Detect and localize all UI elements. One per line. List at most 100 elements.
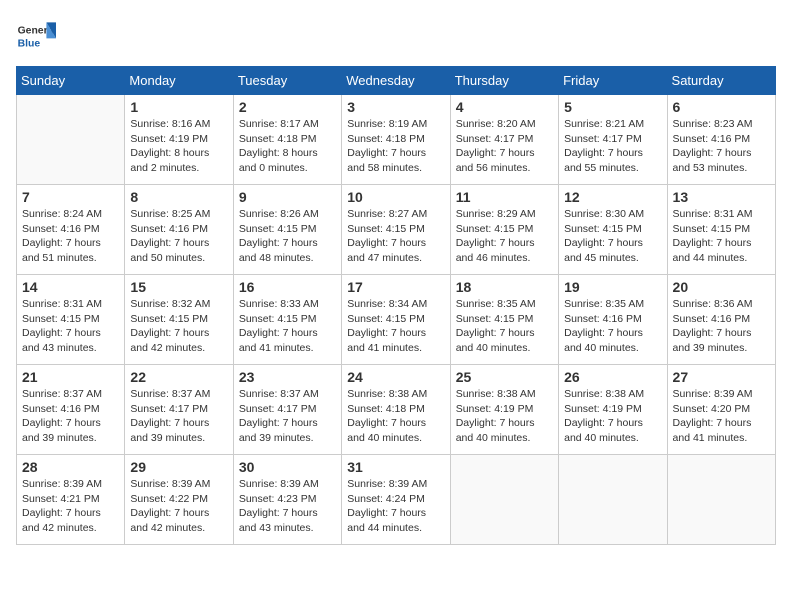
cell-daylight-info: Sunrise: 8:34 AM Sunset: 4:15 PM Dayligh…	[347, 297, 444, 356]
calendar-cell: 10 Sunrise: 8:27 AM Sunset: 4:15 PM Dayli…	[342, 185, 450, 275]
calendar-cell: 13 Sunrise: 8:31 AM Sunset: 4:15 PM Dayli…	[667, 185, 775, 275]
calendar-cell: 23 Sunrise: 8:37 AM Sunset: 4:17 PM Dayli…	[233, 365, 341, 455]
day-number: 19	[564, 279, 661, 295]
day-number: 15	[130, 279, 227, 295]
cell-daylight-info: Sunrise: 8:31 AM Sunset: 4:15 PM Dayligh…	[673, 207, 770, 266]
calendar-cell: 31Sunrise: 8:39 AM Sunset: 4:24 PM Dayli…	[342, 455, 450, 545]
cell-daylight-info: Sunrise: 8:27 AM Sunset: 4:15 PM Dayligh…	[347, 207, 444, 266]
weekday-header-row: SundayMondayTuesdayWednesdayThursdayFrid…	[17, 67, 776, 95]
calendar-cell: 4 Sunrise: 8:20 AM Sunset: 4:17 PM Daylig…	[450, 95, 558, 185]
calendar-cell: 21 Sunrise: 8:37 AM Sunset: 4:16 PM Dayli…	[17, 365, 125, 455]
cell-daylight-info: Sunrise: 8:33 AM Sunset: 4:15 PM Dayligh…	[239, 297, 336, 356]
calendar-cell: 22Sunrise: 8:37 AM Sunset: 4:17 PM Dayli…	[125, 365, 233, 455]
day-number: 7	[22, 189, 119, 205]
day-number: 10	[347, 189, 444, 205]
day-number: 14	[22, 279, 119, 295]
weekday-header-monday: Monday	[125, 67, 233, 95]
day-number: 17	[347, 279, 444, 295]
calendar-cell: 30Sunrise: 8:39 AM Sunset: 4:23 PM Dayli…	[233, 455, 341, 545]
calendar-week-row: 14 Sunrise: 8:31 AM Sunset: 4:15 PM Dayli…	[17, 275, 776, 365]
calendar-cell: 15Sunrise: 8:32 AM Sunset: 4:15 PM Dayli…	[125, 275, 233, 365]
day-number: 1	[130, 99, 227, 115]
cell-daylight-info: Sunrise: 8:39 AM Sunset: 4:21 PM Dayligh…	[22, 477, 119, 536]
calendar-week-row: 7 Sunrise: 8:24 AM Sunset: 4:16 PM Daylig…	[17, 185, 776, 275]
day-number: 3	[347, 99, 444, 115]
day-number: 6	[673, 99, 770, 115]
calendar-cell: 17 Sunrise: 8:34 AM Sunset: 4:15 PM Dayli…	[342, 275, 450, 365]
day-number: 28	[22, 459, 119, 475]
calendar-week-row: 21 Sunrise: 8:37 AM Sunset: 4:16 PM Dayli…	[17, 365, 776, 455]
weekday-header-thursday: Thursday	[450, 67, 558, 95]
svg-text:Blue: Blue	[18, 38, 41, 49]
cell-daylight-info: Sunrise: 8:24 AM Sunset: 4:16 PM Dayligh…	[22, 207, 119, 266]
cell-daylight-info: Sunrise: 8:36 AM Sunset: 4:16 PM Dayligh…	[673, 297, 770, 356]
calendar-cell: 26 Sunrise: 8:38 AM Sunset: 4:19 PM Dayli…	[559, 365, 667, 455]
calendar-week-row: 1 Sunrise: 8:16 AM Sunset: 4:19 PM Daylig…	[17, 95, 776, 185]
day-number: 21	[22, 369, 119, 385]
cell-daylight-info: Sunrise: 8:19 AM Sunset: 4:18 PM Dayligh…	[347, 117, 444, 176]
calendar-cell: 28 Sunrise: 8:39 AM Sunset: 4:21 PM Dayli…	[17, 455, 125, 545]
weekday-header-tuesday: Tuesday	[233, 67, 341, 95]
calendar-cell: 1 Sunrise: 8:16 AM Sunset: 4:19 PM Daylig…	[125, 95, 233, 185]
calendar-cell: 11Sunrise: 8:29 AM Sunset: 4:15 PM Dayli…	[450, 185, 558, 275]
weekday-header-friday: Friday	[559, 67, 667, 95]
day-number: 9	[239, 189, 336, 205]
cell-daylight-info: Sunrise: 8:35 AM Sunset: 4:15 PM Dayligh…	[456, 297, 553, 356]
calendar-cell	[667, 455, 775, 545]
calendar-cell: 27 Sunrise: 8:39 AM Sunset: 4:20 PM Dayli…	[667, 365, 775, 455]
logo: General Blue	[16, 16, 60, 56]
day-number: 20	[673, 279, 770, 295]
calendar-cell: 19 Sunrise: 8:35 AM Sunset: 4:16 PM Dayli…	[559, 275, 667, 365]
cell-daylight-info: Sunrise: 8:16 AM Sunset: 4:19 PM Dayligh…	[130, 117, 227, 176]
calendar-cell: 8 Sunrise: 8:25 AM Sunset: 4:16 PM Daylig…	[125, 185, 233, 275]
cell-daylight-info: Sunrise: 8:38 AM Sunset: 4:19 PM Dayligh…	[456, 387, 553, 446]
day-number: 26	[564, 369, 661, 385]
calendar-cell: 9 Sunrise: 8:26 AM Sunset: 4:15 PM Daylig…	[233, 185, 341, 275]
calendar-cell: 14 Sunrise: 8:31 AM Sunset: 4:15 PM Dayli…	[17, 275, 125, 365]
cell-daylight-info: Sunrise: 8:37 AM Sunset: 4:17 PM Dayligh…	[130, 387, 227, 446]
calendar-cell: 2Sunrise: 8:17 AM Sunset: 4:18 PM Daylig…	[233, 95, 341, 185]
day-number: 29	[130, 459, 227, 475]
cell-daylight-info: Sunrise: 8:39 AM Sunset: 4:22 PM Dayligh…	[130, 477, 227, 536]
cell-daylight-info: Sunrise: 8:38 AM Sunset: 4:18 PM Dayligh…	[347, 387, 444, 446]
calendar-cell: 16Sunrise: 8:33 AM Sunset: 4:15 PM Dayli…	[233, 275, 341, 365]
calendar-cell: 24Sunrise: 8:38 AM Sunset: 4:18 PM Dayli…	[342, 365, 450, 455]
cell-daylight-info: Sunrise: 8:38 AM Sunset: 4:19 PM Dayligh…	[564, 387, 661, 446]
calendar-cell: 25Sunrise: 8:38 AM Sunset: 4:19 PM Dayli…	[450, 365, 558, 455]
calendar-week-row: 28 Sunrise: 8:39 AM Sunset: 4:21 PM Dayli…	[17, 455, 776, 545]
cell-daylight-info: Sunrise: 8:35 AM Sunset: 4:16 PM Dayligh…	[564, 297, 661, 356]
calendar-cell: 29 Sunrise: 8:39 AM Sunset: 4:22 PM Dayli…	[125, 455, 233, 545]
page-header: General Blue	[16, 16, 776, 56]
calendar-cell: 5 Sunrise: 8:21 AM Sunset: 4:17 PM Daylig…	[559, 95, 667, 185]
calendar-cell: 18 Sunrise: 8:35 AM Sunset: 4:15 PM Dayli…	[450, 275, 558, 365]
calendar-table: SundayMondayTuesdayWednesdayThursdayFrid…	[16, 66, 776, 545]
cell-daylight-info: Sunrise: 8:39 AM Sunset: 4:20 PM Dayligh…	[673, 387, 770, 446]
calendar-cell	[559, 455, 667, 545]
cell-daylight-info: Sunrise: 8:17 AM Sunset: 4:18 PM Dayligh…	[239, 117, 336, 176]
cell-daylight-info: Sunrise: 8:25 AM Sunset: 4:16 PM Dayligh…	[130, 207, 227, 266]
day-number: 4	[456, 99, 553, 115]
calendar-cell	[17, 95, 125, 185]
cell-daylight-info: Sunrise: 8:31 AM Sunset: 4:15 PM Dayligh…	[22, 297, 119, 356]
cell-daylight-info: Sunrise: 8:37 AM Sunset: 4:16 PM Dayligh…	[22, 387, 119, 446]
calendar-cell: 12Sunrise: 8:30 AM Sunset: 4:15 PM Dayli…	[559, 185, 667, 275]
calendar-cell: 7 Sunrise: 8:24 AM Sunset: 4:16 PM Daylig…	[17, 185, 125, 275]
cell-daylight-info: Sunrise: 8:37 AM Sunset: 4:17 PM Dayligh…	[239, 387, 336, 446]
day-number: 23	[239, 369, 336, 385]
cell-daylight-info: Sunrise: 8:20 AM Sunset: 4:17 PM Dayligh…	[456, 117, 553, 176]
day-number: 5	[564, 99, 661, 115]
calendar-cell: 3 Sunrise: 8:19 AM Sunset: 4:18 PM Daylig…	[342, 95, 450, 185]
weekday-header-saturday: Saturday	[667, 67, 775, 95]
day-number: 27	[673, 369, 770, 385]
day-number: 12	[564, 189, 661, 205]
cell-daylight-info: Sunrise: 8:21 AM Sunset: 4:17 PM Dayligh…	[564, 117, 661, 176]
cell-daylight-info: Sunrise: 8:26 AM Sunset: 4:15 PM Dayligh…	[239, 207, 336, 266]
day-number: 13	[673, 189, 770, 205]
calendar-cell: 20 Sunrise: 8:36 AM Sunset: 4:16 PM Dayli…	[667, 275, 775, 365]
calendar-cell: 6Sunrise: 8:23 AM Sunset: 4:16 PM Daylig…	[667, 95, 775, 185]
day-number: 11	[456, 189, 553, 205]
day-number: 30	[239, 459, 336, 475]
day-number: 8	[130, 189, 227, 205]
day-number: 18	[456, 279, 553, 295]
cell-daylight-info: Sunrise: 8:39 AM Sunset: 4:24 PM Dayligh…	[347, 477, 444, 536]
